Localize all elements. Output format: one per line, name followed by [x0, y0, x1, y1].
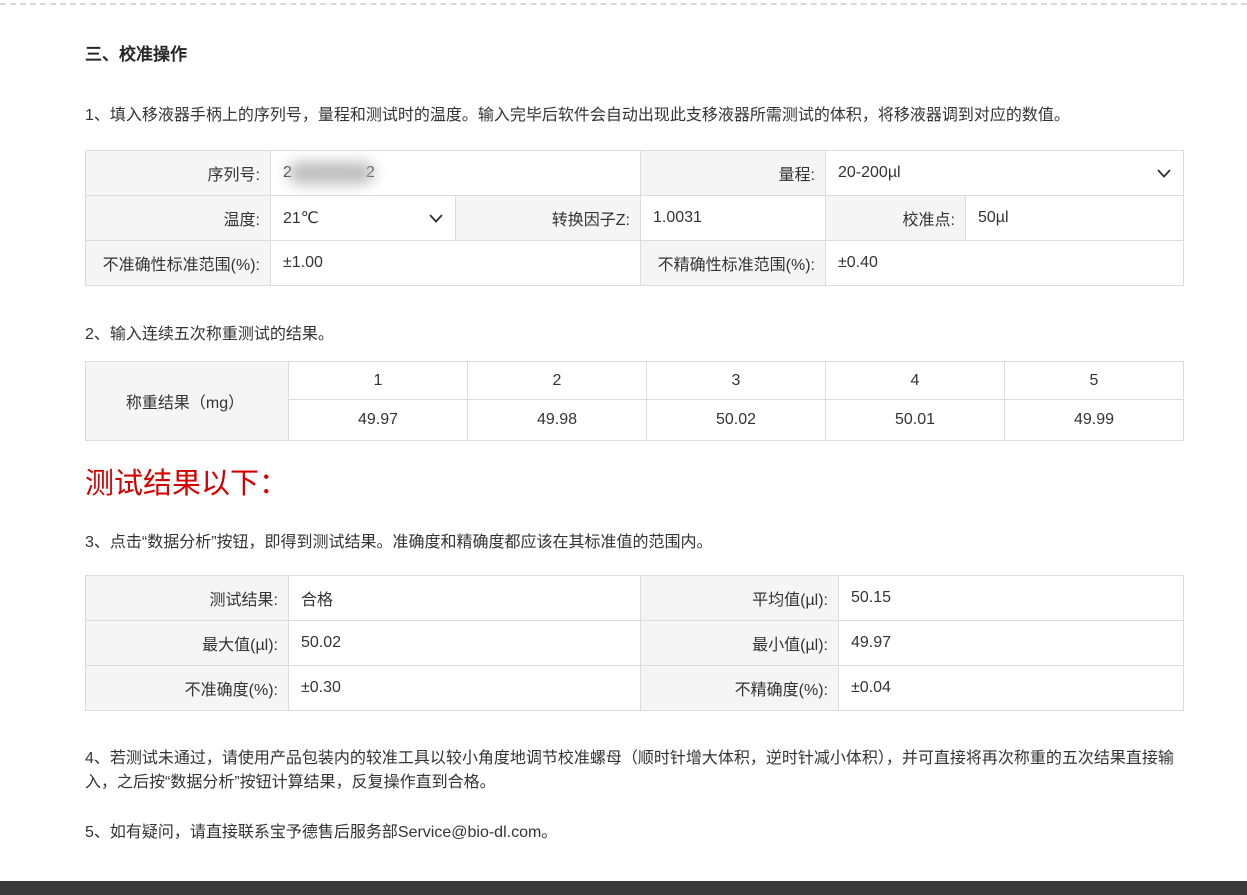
mean-value: 50.15 — [839, 576, 1184, 621]
table-row: 测试结果: 合格 平均值(µl): 50.15 — [86, 576, 1184, 621]
z-factor-value: 1.0031 — [641, 196, 826, 241]
table-row: 序列号: 22 量程: 20-200µl — [86, 151, 1184, 196]
serial-blur-mask — [288, 162, 374, 184]
red-heading: 测试结果以下： — [85, 465, 1183, 503]
page-title: 三、校准操作 — [85, 45, 1183, 65]
weighing-value-1[interactable]: 49.97 — [289, 400, 468, 441]
imprecision-standard-value: ±0.40 — [826, 241, 1184, 286]
test-result-table: 测试结果: 合格 平均值(µl): 50.15 最大值(µl): 50.02 最… — [85, 575, 1184, 711]
min-value-label: 最小值(µl): — [641, 621, 839, 666]
weighing-value-3[interactable]: 50.02 — [647, 400, 826, 441]
max-value: 50.02 — [289, 621, 641, 666]
table-row: 最大值(µl): 50.02 最小值(µl): 49.97 — [86, 621, 1184, 666]
weighing-value-4[interactable]: 50.01 — [826, 400, 1005, 441]
page-break-divider — [0, 3, 1247, 5]
step-3-text: 3、点击“数据分析”按钮，即得到测试结果。准确度和精确度都应该在其标准值的范围内… — [85, 531, 1183, 555]
document-page: 三、校准操作 1、填入移液器手柄上的序列号，量程和测试时的温度。输入完毕后软件会… — [0, 0, 1247, 895]
weighing-col-header-4: 4 — [826, 362, 1005, 400]
weighing-col-header-1: 1 — [289, 362, 468, 400]
mean-value-label: 平均值(µl): — [641, 576, 839, 621]
table-row: 称重结果（mg） 1 2 3 4 5 — [86, 362, 1184, 400]
temperature-label: 温度: — [86, 196, 271, 241]
document-content: 三、校准操作 1、填入移液器手柄上的序列号，量程和测试时的温度。输入完毕后软件会… — [85, 45, 1183, 845]
inaccuracy-label: 不准确度(%): — [86, 666, 289, 711]
step-5-text: 5、如有疑问，请直接联系宝予德售后服务部Service@bio-dl.com。 — [85, 821, 1183, 845]
weighing-row-label: 称重结果（mg） — [86, 362, 289, 441]
weighing-col-header-2: 2 — [468, 362, 647, 400]
bottom-window-bar — [0, 881, 1247, 895]
table-row: 不准确度(%): ±0.30 不精确度(%): ±0.04 — [86, 666, 1184, 711]
calibration-form-table: 序列号: 22 量程: 20-200µl 温度: 21℃ — [85, 150, 1184, 286]
serial-number-label: 序列号: — [86, 151, 271, 196]
temperature-select[interactable]: 21℃ — [271, 196, 456, 241]
imprecision-value: ±0.04 — [839, 666, 1184, 711]
range-select-value: 20-200µl — [838, 164, 901, 182]
step-1-text: 1、填入移液器手柄上的序列号，量程和测试时的温度。输入完毕后软件会自动出现此支移… — [85, 104, 1183, 128]
range-select[interactable]: 20-200µl — [826, 151, 1184, 196]
weighing-col-header-3: 3 — [647, 362, 826, 400]
weighing-value-5[interactable]: 49.99 — [1005, 400, 1184, 441]
step-4-text: 4、若测试未通过，请使用产品包装内的较准工具以较小角度地调节校准螺母（顺时针增大… — [85, 747, 1183, 795]
serial-number-field[interactable]: 22 — [271, 151, 641, 196]
step-2-text: 2、输入连续五次称重测试的结果。 — [85, 323, 1183, 347]
temperature-select-value: 21℃ — [283, 208, 319, 228]
calibration-point-value: 50µl — [966, 196, 1184, 241]
test-result-value: 合格 — [289, 576, 641, 621]
table-row: 不准确性标准范围(%): ±1.00 不精确性标准范围(%): ±0.40 — [86, 241, 1184, 286]
weighing-col-header-5: 5 — [1005, 362, 1184, 400]
inaccuracy-value: ±0.30 — [289, 666, 641, 711]
chevron-down-icon — [429, 214, 443, 223]
weighing-results-table: 称重结果（mg） 1 2 3 4 5 49.97 49.98 50.02 50.… — [85, 361, 1184, 441]
calibration-point-label: 校准点: — [826, 196, 966, 241]
test-result-label: 测试结果: — [86, 576, 289, 621]
range-label: 量程: — [641, 151, 826, 196]
inaccuracy-standard-value: ±1.00 — [271, 241, 641, 286]
z-factor-label: 转换因子Z: — [456, 196, 641, 241]
inaccuracy-standard-label: 不准确性标准范围(%): — [86, 241, 271, 286]
chevron-down-icon — [1157, 169, 1171, 178]
imprecision-standard-label: 不精确性标准范围(%): — [641, 241, 826, 286]
max-value-label: 最大值(µl): — [86, 621, 289, 666]
weighing-value-2[interactable]: 49.98 — [468, 400, 647, 441]
table-row: 温度: 21℃ 转换因子Z: 1.0031 校准点: 50µl — [86, 196, 1184, 241]
min-value: 49.97 — [839, 621, 1184, 666]
imprecision-label: 不精确度(%): — [641, 666, 839, 711]
